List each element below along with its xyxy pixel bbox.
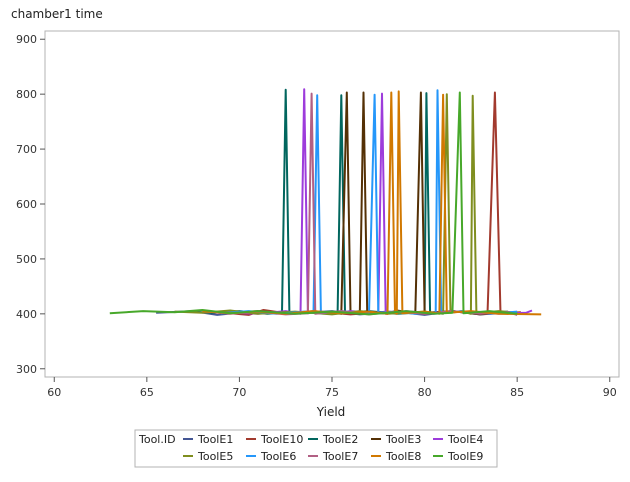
legend: Tool.ID ToolE1 ToolE10 ToolE2 ToolE3 ToolE4 T… xyxy=(134,429,498,468)
x-axis: 60 65 70 75 80 85 90 xyxy=(47,377,617,399)
legend-label: ToolE7 xyxy=(322,450,358,463)
y-tick-label: 300 xyxy=(16,363,37,376)
legend-box xyxy=(134,429,498,468)
x-tick-label: 60 xyxy=(47,386,61,399)
y-axis: 300 400 500 600 700 800 900 xyxy=(16,33,45,376)
y-tick-label: 900 xyxy=(16,33,37,46)
legend-label: ToolE3 xyxy=(385,433,421,446)
legend-label: ToolE5 xyxy=(197,450,233,463)
x-tick-label: 70 xyxy=(232,386,246,399)
y-tick-label: 500 xyxy=(16,253,37,266)
y-tick-label: 600 xyxy=(16,198,37,211)
x-tick-label: 65 xyxy=(140,386,154,399)
legend-label: ToolE10 xyxy=(260,433,303,446)
plot-area xyxy=(44,30,620,378)
legend-label: ToolE6 xyxy=(260,450,296,463)
chart: chamber1 time 300 400 500 600 700 800 900 60 65… xyxy=(11,7,620,468)
x-axis-title: Yield xyxy=(316,405,346,419)
x-tick-label: 80 xyxy=(418,386,432,399)
y-tick-label: 400 xyxy=(16,308,37,321)
chart-title: chamber1 time xyxy=(11,7,103,21)
legend-label: ToolE1 xyxy=(197,433,233,446)
x-tick-label: 85 xyxy=(510,386,524,399)
legend-title: Tool.ID xyxy=(138,433,176,446)
legend-label: ToolE4 xyxy=(447,433,483,446)
legend-label: ToolE9 xyxy=(447,450,483,463)
y-tick-label: 700 xyxy=(16,143,37,156)
legend-label: ToolE8 xyxy=(385,450,421,463)
y-tick-label: 800 xyxy=(16,88,37,101)
x-tick-label: 90 xyxy=(603,386,617,399)
legend-label: ToolE2 xyxy=(322,433,358,446)
x-tick-label: 75 xyxy=(325,386,339,399)
